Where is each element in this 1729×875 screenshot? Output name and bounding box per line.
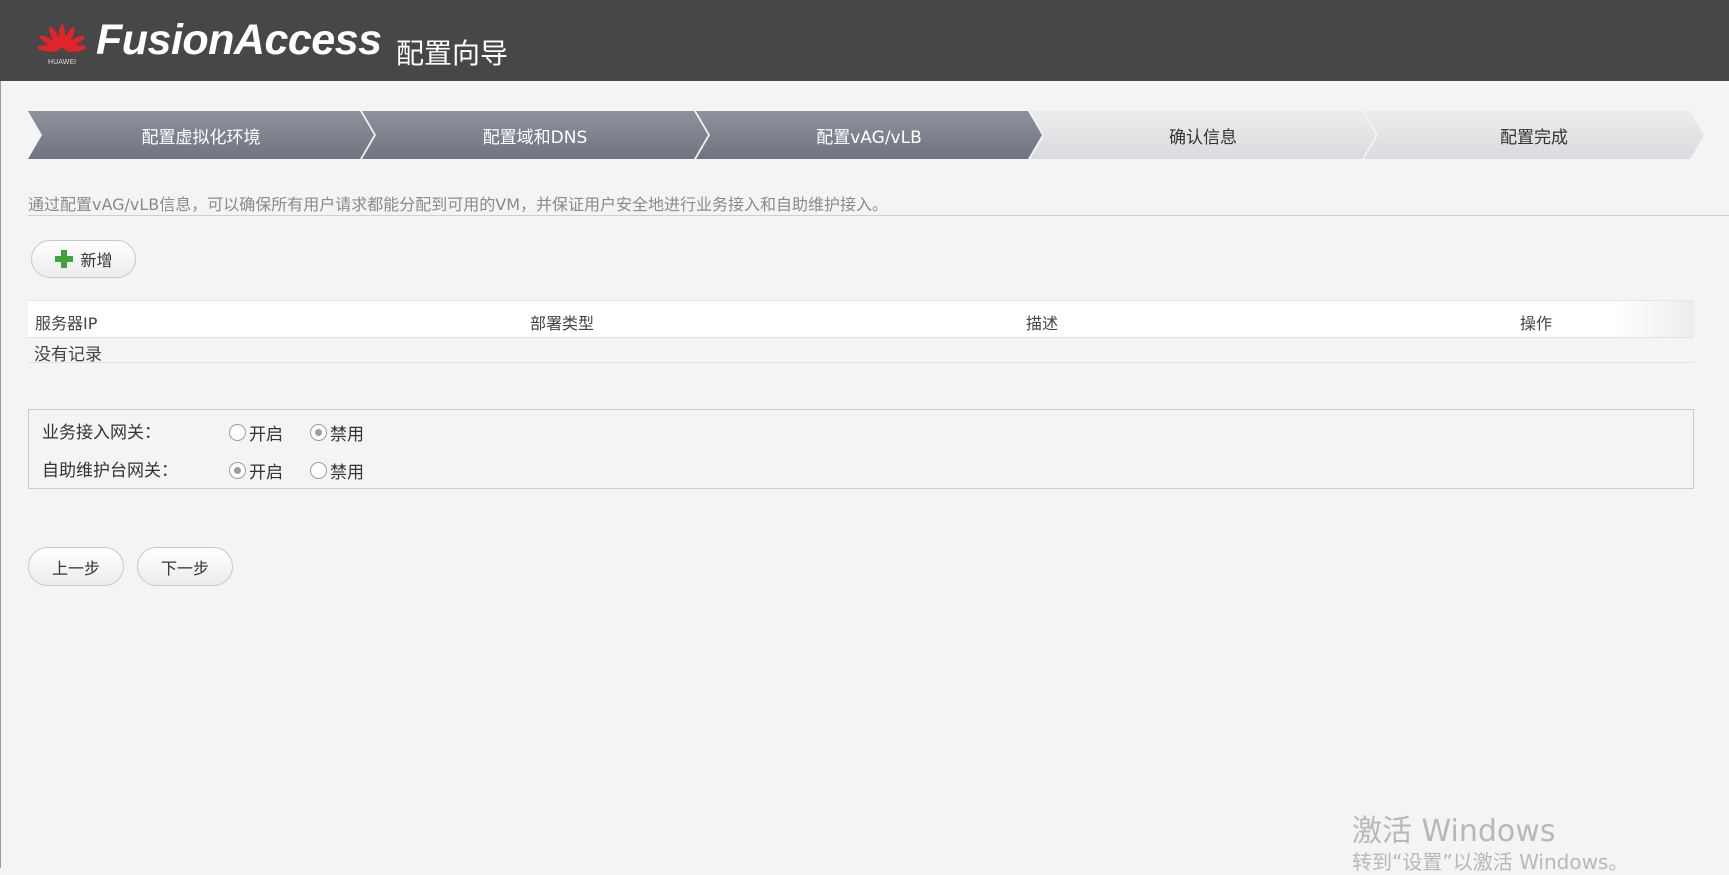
radio-business-gateway-enable[interactable]: [229, 424, 246, 441]
logo-text: HUAWEI: [47, 58, 77, 66]
empty-table-message: 没有记录: [34, 345, 102, 365]
page-description: 通过配置vAG/vLB信息，可以确保所有用户请求都能分配到可用的VM，并保证用户…: [28, 195, 889, 214]
add-button-label: 新增: [80, 251, 113, 270]
business-gateway-disable-option[interactable]: 禁用: [310, 420, 364, 445]
business-gateway-enable-option[interactable]: 开启: [229, 420, 283, 445]
previous-step-button[interactable]: 上一步: [28, 547, 124, 586]
self-service-gateway-label: 自助维护台网关：: [42, 461, 178, 481]
business-gateway-label: 业务接入网关：: [42, 423, 161, 443]
option-label: 开启: [249, 463, 283, 483]
radio-business-gateway-disable[interactable]: [310, 424, 327, 441]
column-header-deploy-type[interactable]: 部署类型: [530, 310, 594, 334]
wizard-steps: 配置虚拟化环境 配置域和DNS 配置vAG/vLB 确认信息 配置完成: [28, 111, 1704, 159]
windows-activation-watermark: 激活 Windows: [1352, 814, 1556, 849]
table-header: 服务器IP 部署类型 描述 操作: [28, 300, 1694, 338]
windows-activation-hint: 转到“设置”以激活 Windows。: [1352, 850, 1629, 874]
divider: [28, 215, 1729, 216]
option-label: 禁用: [330, 463, 364, 483]
page-left-border: [0, 80, 1, 868]
step-complete: 配置完成: [1364, 111, 1704, 159]
step-label: 配置域和DNS: [482, 127, 588, 148]
step-label: 确认信息: [1169, 127, 1237, 148]
add-button[interactable]: 新增: [31, 240, 136, 278]
app-header: HUAWEI FusionAccess 配置向导: [0, 0, 1729, 81]
wizard-title: 配置向导: [396, 37, 509, 70]
step-label: 配置虚拟化环境: [141, 127, 261, 148]
server-table: 服务器IP 部署类型 描述 操作 没有记录: [28, 300, 1694, 365]
next-step-button[interactable]: 下一步: [137, 547, 233, 586]
step-label: 配置完成: [1500, 127, 1568, 148]
table-row: 没有记录: [28, 338, 1694, 365]
step-confirm-info: 确认信息: [1030, 111, 1376, 159]
gateway-settings: 业务接入网关： 开启 禁用 自助维护台网关： 开启 禁用: [28, 409, 1694, 489]
plus-icon: [54, 249, 74, 269]
self-service-gateway-disable-option[interactable]: 禁用: [310, 458, 364, 483]
step-configure-virtualization: 配置虚拟化环境: [28, 111, 374, 159]
brand-title: FusionAccess: [96, 16, 382, 64]
self-service-gateway-enable-option[interactable]: 开启: [229, 458, 283, 483]
column-header-description[interactable]: 描述: [1026, 310, 1058, 334]
step-configure-vag-vlb: 配置vAG/vLB: [696, 111, 1042, 159]
header-scroll-shade: [1614, 301, 1694, 337]
column-header-actions[interactable]: 操作: [1520, 310, 1552, 334]
radio-self-service-gateway-disable[interactable]: [310, 462, 327, 479]
column-header-server-ip[interactable]: 服务器IP: [35, 310, 97, 334]
radio-self-service-gateway-enable[interactable]: [229, 462, 246, 479]
step-configure-domain-dns: 配置域和DNS: [362, 111, 708, 159]
step-label: 配置vAG/vLB: [816, 127, 922, 148]
option-label: 禁用: [330, 425, 364, 445]
option-label: 开启: [249, 425, 283, 445]
